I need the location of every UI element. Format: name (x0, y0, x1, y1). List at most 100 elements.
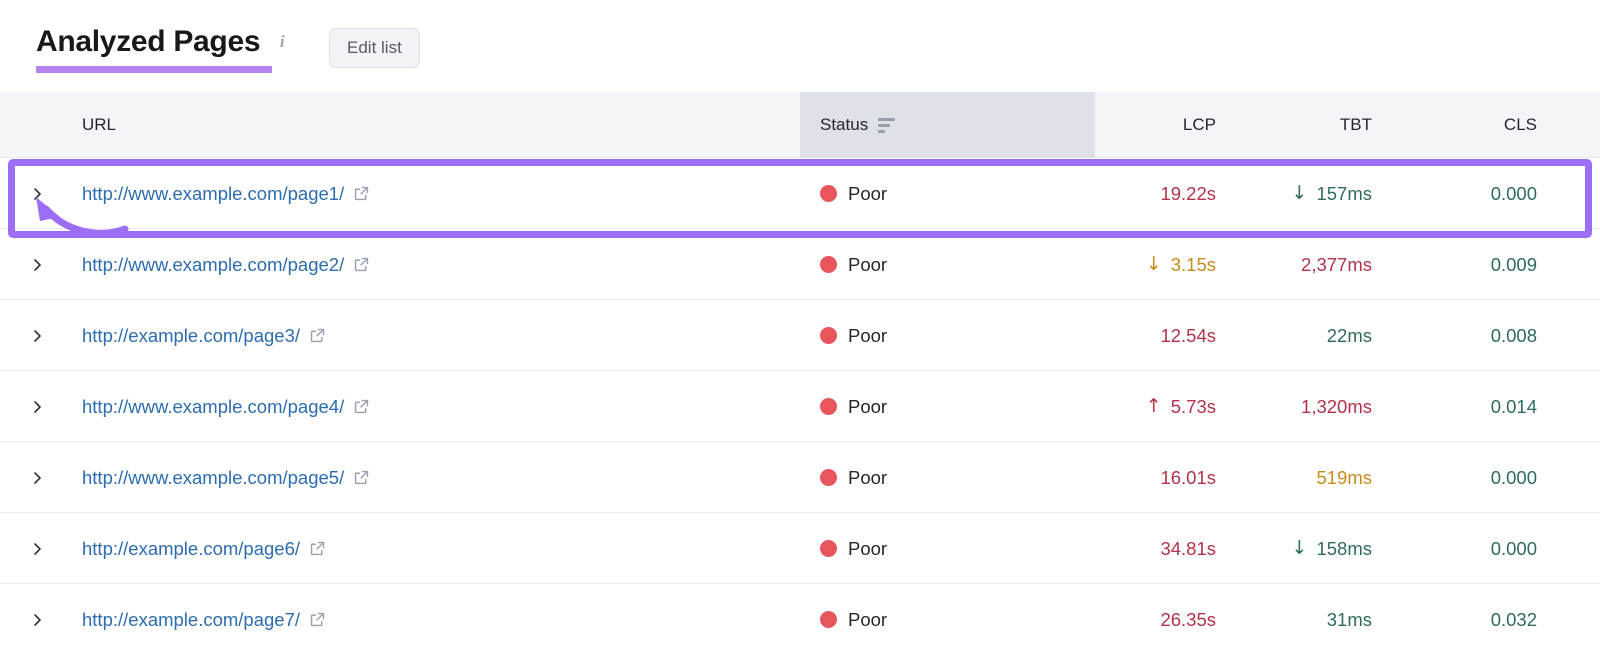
tbt-value: 158ms (1316, 537, 1372, 559)
column-header-status[interactable]: Status (820, 92, 896, 158)
tbt-cell: 22ms (1241, 300, 1397, 371)
tbt-value: 157ms (1316, 182, 1372, 204)
cls-value: 0.000 (1490, 182, 1537, 204)
lcp-cell: ↓ 3.15s (1095, 229, 1241, 300)
title-group: Analyzed Pages i (36, 24, 290, 60)
page-url-link[interactable]: http://www.example.com/page4/ (82, 396, 344, 418)
tbt-value: 22ms (1326, 324, 1372, 346)
status-badge: Poor (848, 608, 888, 630)
expand-row-chevron[interactable] (24, 300, 50, 371)
expand-row-chevron[interactable] (24, 229, 50, 300)
page-url-link[interactable]: http://www.example.com/page2/ (82, 254, 344, 276)
tbt-cell: 2,377ms (1241, 229, 1397, 300)
sort-descending-icon[interactable] (878, 117, 896, 133)
status-cell: Poor (820, 584, 887, 655)
status-badge: Poor (848, 253, 888, 275)
cls-cell: 0.000 (1397, 442, 1575, 513)
table-row[interactable]: http://example.com/page3/Poor 12.54s 22ms 0… (0, 300, 1600, 371)
status-indicator-dot (820, 327, 837, 344)
table-row[interactable]: http://www.example.com/page2/Poor ↓ 3.15s 2… (0, 229, 1600, 300)
column-header-tbt[interactable]: TBT (1241, 92, 1397, 158)
page-url-link[interactable]: http://example.com/page7/ (82, 609, 300, 631)
url-cell: http://www.example.com/page4/ (82, 371, 370, 442)
column-header-status-label: Status (820, 115, 869, 134)
tbt-cell: ↓ 157ms (1241, 158, 1397, 229)
external-link-icon[interactable] (353, 469, 370, 486)
lcp-cell: 26.35s (1095, 584, 1241, 655)
cls-cell: 0.032 (1397, 584, 1575, 655)
cls-value: 0.000 (1490, 466, 1537, 488)
expand-row-chevron[interactable] (24, 513, 50, 584)
tbt-cell: ↓ 158ms (1241, 513, 1397, 584)
column-header-lcp[interactable]: LCP (1095, 92, 1241, 158)
tbt-value: 2,377ms (1301, 253, 1372, 275)
table-header-row: URL Status LCP TBT CLS (0, 92, 1600, 158)
page-url-link[interactable]: http://example.com/page3/ (82, 325, 300, 347)
status-badge: Poor (848, 182, 888, 204)
status-indicator-dot (820, 611, 837, 628)
page-url-link[interactable]: http://example.com/page6/ (82, 538, 300, 560)
column-header-url[interactable]: URL (82, 92, 116, 158)
page-title: Analyzed Pages (36, 25, 261, 58)
tbt-value: 1,320ms (1301, 395, 1372, 417)
lcp-value: 26.35s (1160, 608, 1216, 630)
external-link-icon[interactable] (353, 256, 370, 273)
table-body: http://www.example.com/page1/Poor 19.22s ↓… (0, 158, 1600, 655)
external-link-icon[interactable] (309, 611, 326, 628)
lcp-value: 16.01s (1160, 466, 1216, 488)
expand-row-chevron[interactable] (24, 584, 50, 655)
expand-row-chevron[interactable] (24, 371, 50, 442)
column-header-cls[interactable]: CLS (1397, 92, 1575, 158)
external-link-icon[interactable] (309, 540, 326, 557)
url-cell: http://example.com/page7/ (82, 584, 326, 655)
status-indicator-dot (820, 469, 837, 486)
status-indicator-dot (820, 540, 837, 557)
page-url-link[interactable]: http://www.example.com/page1/ (82, 183, 344, 205)
external-link-icon[interactable] (353, 185, 370, 202)
cls-value: 0.032 (1490, 608, 1537, 630)
table-row[interactable]: http://www.example.com/page5/Poor 16.01s 5… (0, 442, 1600, 513)
cls-value: 0.008 (1490, 324, 1537, 346)
status-badge: Poor (848, 395, 888, 417)
external-link-icon[interactable] (309, 327, 326, 344)
status-cell: Poor (820, 229, 887, 300)
status-cell: Poor (820, 442, 887, 513)
table-row[interactable]: http://example.com/page7/Poor 26.35s 31ms 0… (0, 584, 1600, 655)
lcp-cell: 34.81s (1095, 513, 1241, 584)
table-row[interactable]: http://www.example.com/page1/Poor 19.22s ↓… (0, 158, 1600, 229)
url-cell: http://www.example.com/page5/ (82, 442, 370, 513)
cls-value: 0.000 (1490, 537, 1537, 559)
trend-arrow-icon: ↓ (1145, 253, 1162, 275)
info-icon[interactable]: i (274, 32, 290, 52)
external-link-icon[interactable] (353, 398, 370, 415)
panel-header: Analyzed Pages i Edit list (0, 0, 1600, 92)
status-badge: Poor (848, 466, 888, 488)
url-cell: http://www.example.com/page2/ (82, 229, 370, 300)
lcp-cell: 16.01s (1095, 442, 1241, 513)
trend-arrow-icon: ↓ (1291, 537, 1308, 559)
cls-cell: 0.009 (1397, 229, 1575, 300)
expand-row-chevron[interactable] (24, 158, 50, 229)
edit-list-button[interactable]: Edit list (329, 28, 420, 68)
expand-row-chevron[interactable] (24, 442, 50, 513)
trend-arrow-icon: ↑ (1145, 395, 1162, 417)
lcp-value: 12.54s (1160, 324, 1216, 346)
status-cell: Poor (820, 158, 887, 229)
status-badge: Poor (848, 537, 888, 559)
lcp-value: 34.81s (1160, 537, 1216, 559)
cls-cell: 0.014 (1397, 371, 1575, 442)
cls-cell: 0.008 (1397, 300, 1575, 371)
page-url-link[interactable]: http://www.example.com/page5/ (82, 467, 344, 489)
tbt-cell: 31ms (1241, 584, 1397, 655)
cls-cell: 0.000 (1397, 513, 1575, 584)
status-badge: Poor (848, 324, 888, 346)
tbt-cell: 519ms (1241, 442, 1397, 513)
url-cell: http://example.com/page3/ (82, 300, 326, 371)
lcp-value: 19.22s (1160, 182, 1216, 204)
url-cell: http://www.example.com/page1/ (82, 158, 370, 229)
status-cell: Poor (820, 371, 887, 442)
table-row[interactable]: http://www.example.com/page4/Poor ↑ 5.73s 1… (0, 371, 1600, 442)
status-cell: Poor (820, 513, 887, 584)
table-row[interactable]: http://example.com/page6/Poor 34.81s ↓ 158m… (0, 513, 1600, 584)
status-indicator-dot (820, 256, 837, 273)
